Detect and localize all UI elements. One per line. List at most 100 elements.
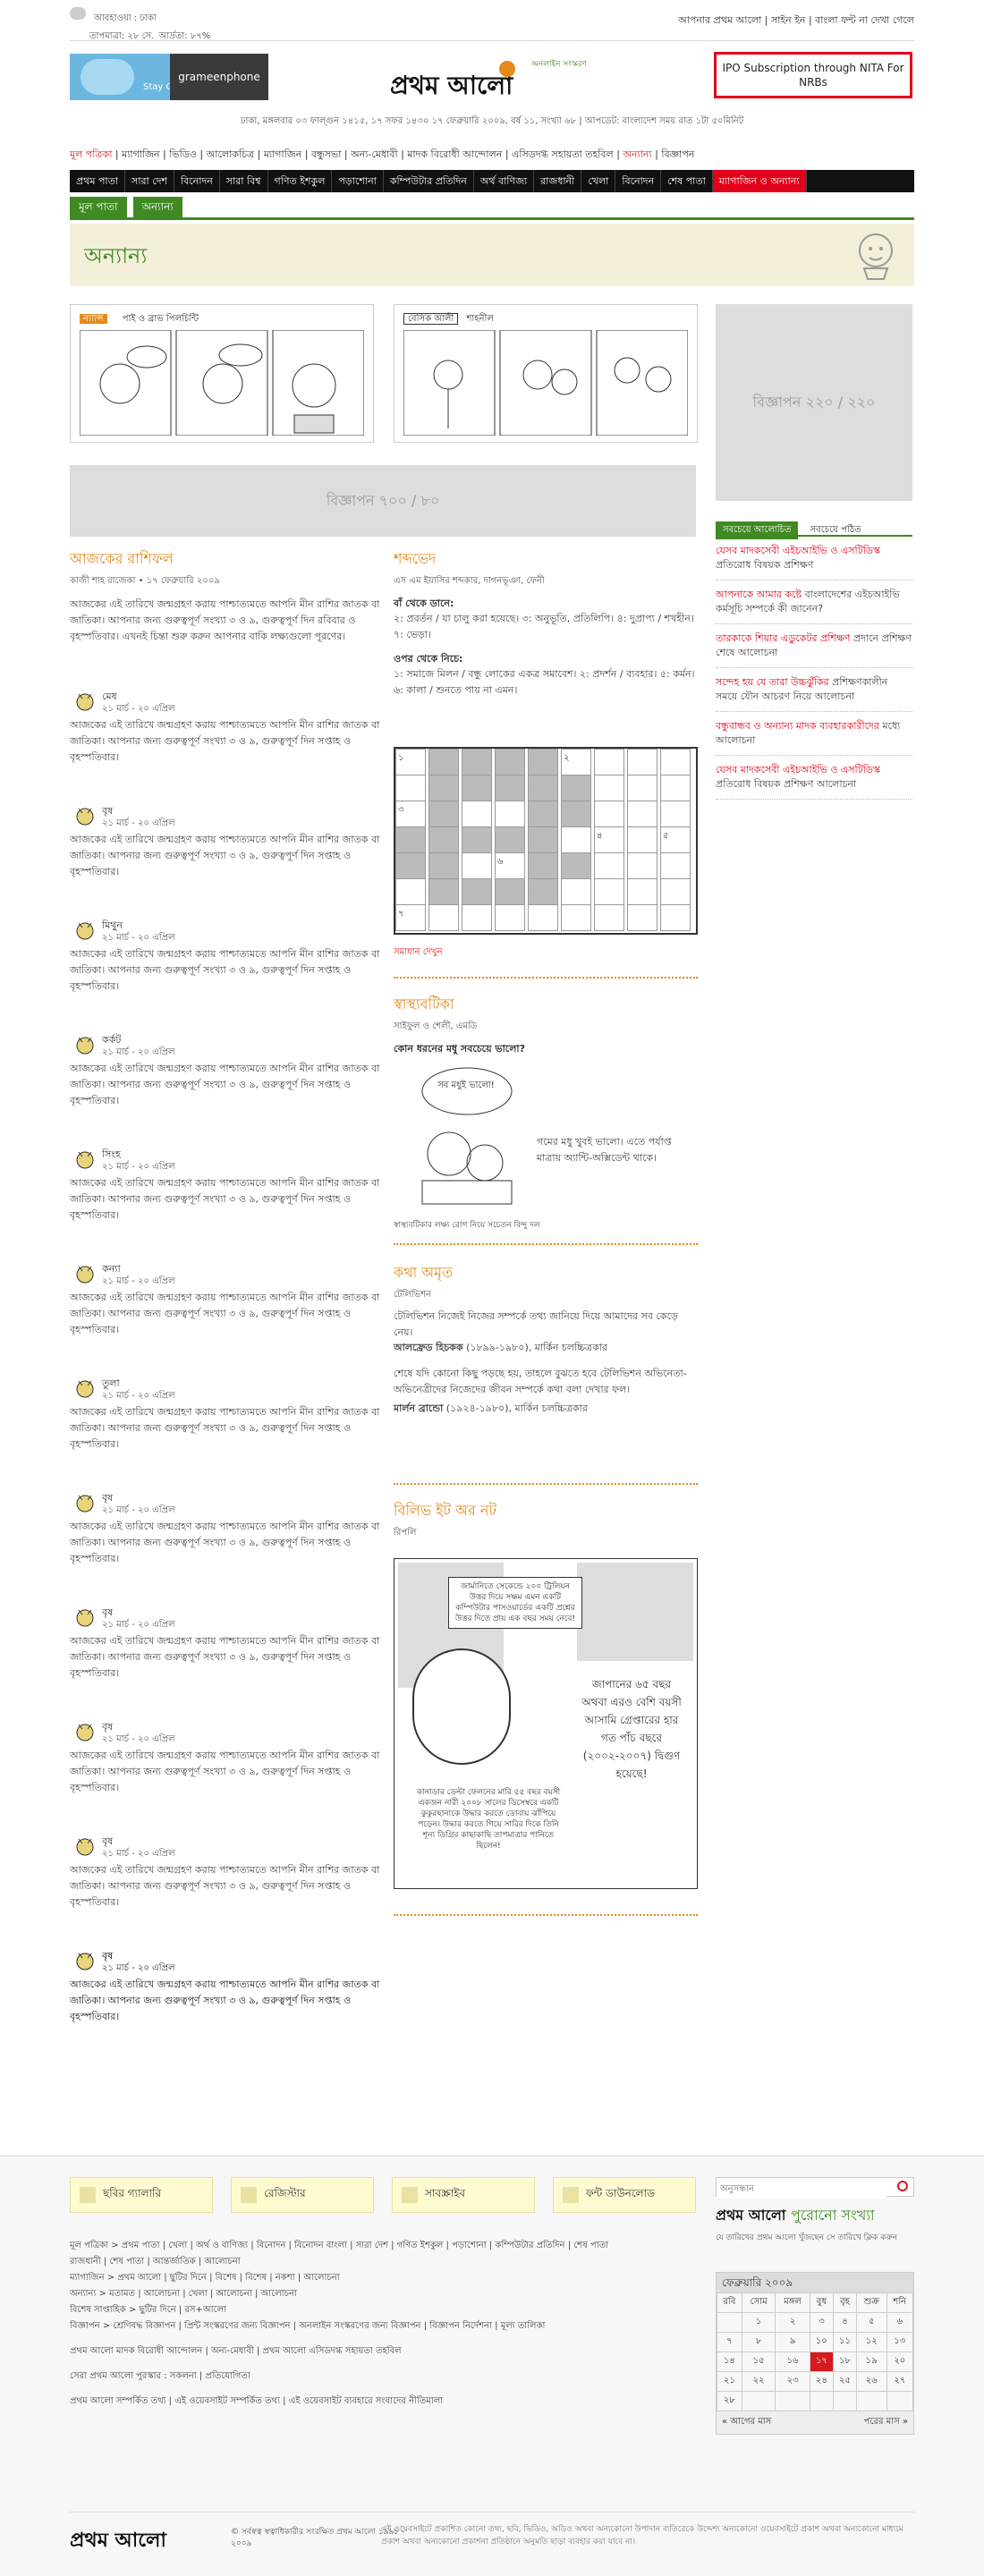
mainnav-item[interactable]: খেলা [581,170,616,192]
topnav-others[interactable]: অন্যান্য [623,148,651,160]
topnav-ads[interactable]: | বিজ্ঞাপন [655,148,694,160]
crossword-cell[interactable] [528,749,558,775]
crossword-cell[interactable] [462,904,492,931]
subscribe-button[interactable]: সাবস্ক্রাইব [392,2177,535,2213]
calendar-next-month[interactable]: পরের মাস » [864,2415,908,2430]
mainnav-item[interactable]: গণিত ইশকুল [268,170,333,192]
crossword-cell[interactable] [594,878,624,905]
sidebar-item[interactable]: আপনাকে আমার কষ্টে বাংলাদেশের এইচআইভি কর্… [716,580,912,624]
crossword-cell[interactable]: ৬ [495,852,525,879]
calendar-cell[interactable]: ২৫ [832,2371,858,2392]
crossword-cell[interactable] [495,904,525,931]
calendar-cell[interactable]: ৭ [717,2332,742,2352]
crossword-cell[interactable] [462,775,492,801]
crossword-cell[interactable]: ৫ [660,826,691,853]
crossword-cell[interactable] [428,878,459,905]
crossword-cell[interactable] [627,878,657,905]
crossword-cell[interactable] [660,749,691,775]
crossword-cell[interactable] [561,801,591,827]
crossword-cell[interactable] [594,852,624,879]
cartoon-basic-ali[interactable]: বেসিক আলী শাহনীল [394,304,698,443]
topnav-links[interactable]: | ম্যাগাজিন | ভিডিও | আলোকচিত্র | ম্যাগা… [115,148,620,160]
calendar-cell[interactable]: ২৭ [886,2371,914,2392]
ad-ipo-nita[interactable]: IPO Subscription through NITA For NRBs [714,52,912,98]
sidebar-item-title[interactable]: যেসব মাদকসেবী এইচআইভি ও এসটিডিস্ক [716,764,880,775]
sidebar-item-title[interactable]: সন্দেহ হয় যে তারা উচ্চঝুঁকির [716,676,829,688]
font-download-button[interactable]: ফন্ট ডাউনলোড [553,2177,696,2213]
calendar-cell[interactable]: ১৩ [886,2332,914,2352]
search-icon[interactable] [897,2181,908,2191]
crossword-cell[interactable] [627,749,657,775]
calendar-cell[interactable] [809,2391,834,2411]
crossword-cell[interactable] [528,826,558,853]
calendar-cell[interactable]: ২২ [741,2371,776,2392]
crossword-cell[interactable] [395,878,426,905]
crossword-cell[interactable] [395,826,426,853]
crossword-cell[interactable] [660,852,691,879]
calendar-cell-today[interactable]: ১৭ [809,2351,834,2372]
footer-link-row[interactable]: মূল পত্রিকা > প্রথম পাতা | খেলা | অর্থ ও… [70,2238,687,2254]
crossword-cell[interactable] [594,904,624,931]
crossword-cell[interactable] [660,904,691,931]
crossword-cell[interactable] [528,801,558,827]
crossword-cell[interactable] [594,801,624,827]
crossword-cell[interactable]: ১ [395,749,426,775]
crossword-cell[interactable] [495,826,525,853]
crossword-cell[interactable] [528,775,558,801]
calendar-cell[interactable] [856,2391,887,2411]
crossword-cell[interactable] [428,852,459,879]
mainnav-item[interactable]: শেষ পাতা [661,170,713,192]
calendar-cell[interactable] [775,2391,810,2411]
search-input[interactable] [717,2180,886,2199]
mainnav-item[interactable]: সারা দেশ [125,170,174,192]
crossword-cell[interactable] [660,878,691,905]
mainnav-item[interactable]: পড়াশোনা [332,170,384,192]
footer-link-row[interactable]: বিশেষ সাপ্তাহিক > ছুটির দিনে | রস+আলো [70,2302,687,2318]
mainnav-item[interactable]: অর্থ বাণিজ্য [474,170,535,192]
footer-link-row[interactable]: রাজধানী | শেষ পাতা | আন্তর্জাতিক | আলোচন… [70,2254,687,2270]
sidebar-item[interactable]: তারকাকে শিয়ার এডুকেটর প্রশিক্ষণ প্রদানে… [716,624,912,668]
calendar-cell[interactable]: ১৫ [741,2351,776,2372]
crossword-cell[interactable] [528,904,558,931]
ad-grameenphone[interactable]: Stay Close grameenphone [70,54,268,100]
crossword-cell[interactable] [428,749,459,775]
crossword-cell[interactable] [462,852,492,879]
calendar-cell[interactable]: ২ [775,2312,810,2333]
top-links[interactable]: আপনার প্রথম আলো | সাইন ইন | বাংলা ফন্ট ন… [678,13,914,30]
crossword-cell[interactable] [428,801,459,827]
footer-link-row[interactable]: বিজ্ঞাপন > শ্রেণিবদ্ধ বিজ্ঞাপন | প্রিন্ট… [70,2318,687,2334]
cartoon-nancy[interactable]: ন্যান্সি পাই ও ব্রাভ পিলচিন্টি [70,304,374,443]
solution-link[interactable]: সমাধান দেখুন [394,946,443,959]
crossword-cell[interactable] [561,904,591,931]
tab-most-read[interactable]: সবচেয়ে পঠিত [803,521,869,539]
sidebar-item[interactable]: যেসব মাদকসেবী এইচআইভি ও এসটিডিস্ক প্রতির… [716,756,912,800]
crossword-cell[interactable] [561,878,591,905]
crossword-cell[interactable] [627,852,657,879]
calendar-cell[interactable] [741,2391,776,2411]
footer-link-row[interactable]: অন্যান্য > মতামত | আলোচনা | খেলা | আলোচন… [70,2286,687,2302]
crossword-cell[interactable]: ৩ [395,801,426,827]
tab-most-discussed[interactable]: সবচেয়ে আলোচিত [716,521,799,539]
footer-link-row[interactable]: প্রথম আলো সম্পর্কিত তথ্য | এই ওয়েবসাইট … [70,2394,687,2410]
calendar-cell[interactable] [717,2312,742,2333]
crossword-cell[interactable] [627,801,657,827]
sidebar-item[interactable]: যেসব মাদকসেবী এইচআইভি ও এসটিডিস্ক প্রতির… [716,537,912,580]
gallery-button[interactable]: ছবির গ্যালারি [70,2177,213,2213]
crossword-cell[interactable] [428,904,459,931]
footer-logo[interactable]: প্রথম আলো [70,2525,166,2558]
calendar-cell[interactable] [886,2391,914,2411]
footer-link-row[interactable]: প্রথম আলো মাদক বিরোধী আন্দোলন | অন্য-মেধ… [70,2343,687,2360]
calendar-cell[interactable]: ১৮ [832,2351,858,2372]
ad-220x220[interactable]: বিজ্ঞাপন ২২০ / ২২০ [716,304,912,501]
calendar-cell[interactable]: ২৬ [856,2371,887,2392]
calendar-cell[interactable]: ১৯ [856,2351,887,2372]
crossword-cell[interactable] [428,826,459,853]
calendar-cell[interactable]: ১৬ [775,2351,810,2372]
crossword-cell[interactable] [395,852,426,879]
crossword-cell[interactable] [462,749,492,775]
crossword-cell[interactable]: ৭ [395,904,426,931]
mainnav-item[interactable]: বিনোদন [615,170,662,192]
crossword-cell[interactable] [660,775,691,801]
mainnav-item[interactable]: রাজধানী [534,170,582,192]
ad-700x80[interactable]: বিজ্ঞাপন ৭০০ / ৮০ [70,465,696,537]
